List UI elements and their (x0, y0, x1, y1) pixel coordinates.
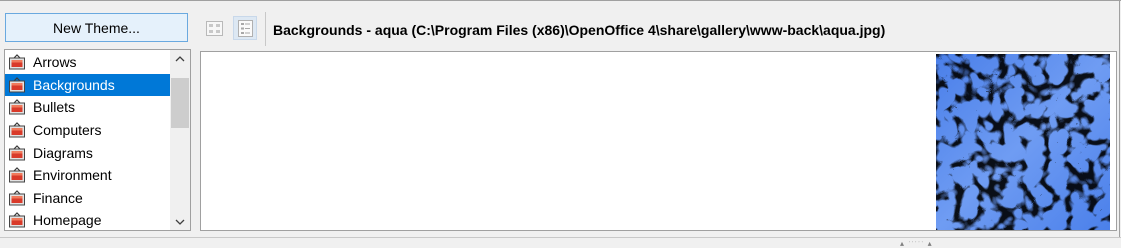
gallery-theme-icon (9, 122, 25, 138)
theme-item-diagrams[interactable]: Diagrams (5, 141, 170, 164)
theme-list[interactable]: Arrows Backgrounds Bullets Computers Diagram… (4, 49, 191, 231)
scroll-thumb[interactable] (171, 78, 189, 128)
theme-item-label: Arrows (33, 54, 77, 71)
theme-item-label: Bullets (33, 99, 76, 116)
theme-item-homepage[interactable]: Homepage (5, 209, 170, 230)
right-border (1119, 0, 1120, 238)
theme-item-label: Backgrounds (33, 76, 115, 93)
scroll-up-button[interactable] (170, 50, 190, 67)
detail-list-view-icon (237, 19, 253, 37)
gallery-theme-icon (9, 212, 25, 228)
detail-view-button[interactable] (233, 16, 257, 40)
theme-items: Arrows Backgrounds Bullets Computers Diagram… (5, 51, 170, 230)
theme-item-label: Diagrams (33, 144, 93, 161)
icon-view-button[interactable] (204, 18, 225, 39)
theme-item-finance[interactable]: Finance (5, 187, 170, 210)
new-theme-button[interactable]: New Theme... (5, 13, 188, 42)
gallery-preview-area[interactable] (200, 51, 1117, 231)
status-bar-border (0, 237, 1121, 238)
theme-item-environment[interactable]: Environment (5, 164, 170, 187)
theme-item-bullets[interactable]: Bullets (5, 96, 170, 119)
toolbar-separator (265, 12, 266, 46)
gallery-item-path-title: Backgrounds - aqua (C:\Program Files (x8… (273, 22, 886, 38)
resize-grip-icon[interactable]: ▴ ˑˑˑˑˑ ▴ (900, 239, 950, 248)
gallery-theme-icon (9, 99, 25, 115)
chevron-down-icon (175, 219, 185, 225)
gallery-theme-icon (9, 190, 25, 206)
theme-item-label: Environment (33, 167, 112, 184)
aqua-texture-thumbnail[interactable] (936, 54, 1110, 230)
theme-item-computers[interactable]: Computers (5, 119, 170, 142)
scroll-down-button[interactable] (170, 213, 190, 230)
icon-grid-view-icon (206, 21, 223, 36)
chevron-up-icon (175, 55, 185, 61)
gallery-theme-icon (9, 77, 25, 93)
gallery-theme-icon (9, 144, 25, 161)
gallery-theme-icon (9, 167, 25, 183)
theme-item-arrows[interactable]: Arrows (5, 51, 170, 74)
theme-item-label: Computers (33, 122, 102, 139)
theme-item-label: Finance (33, 189, 83, 206)
gallery-theme-icon (9, 54, 25, 70)
top-border (0, 0, 1121, 1)
theme-list-scrollbar[interactable] (170, 50, 190, 230)
theme-item-label: Homepage (33, 212, 102, 229)
theme-item-backgrounds[interactable]: Backgrounds (5, 73, 170, 97)
